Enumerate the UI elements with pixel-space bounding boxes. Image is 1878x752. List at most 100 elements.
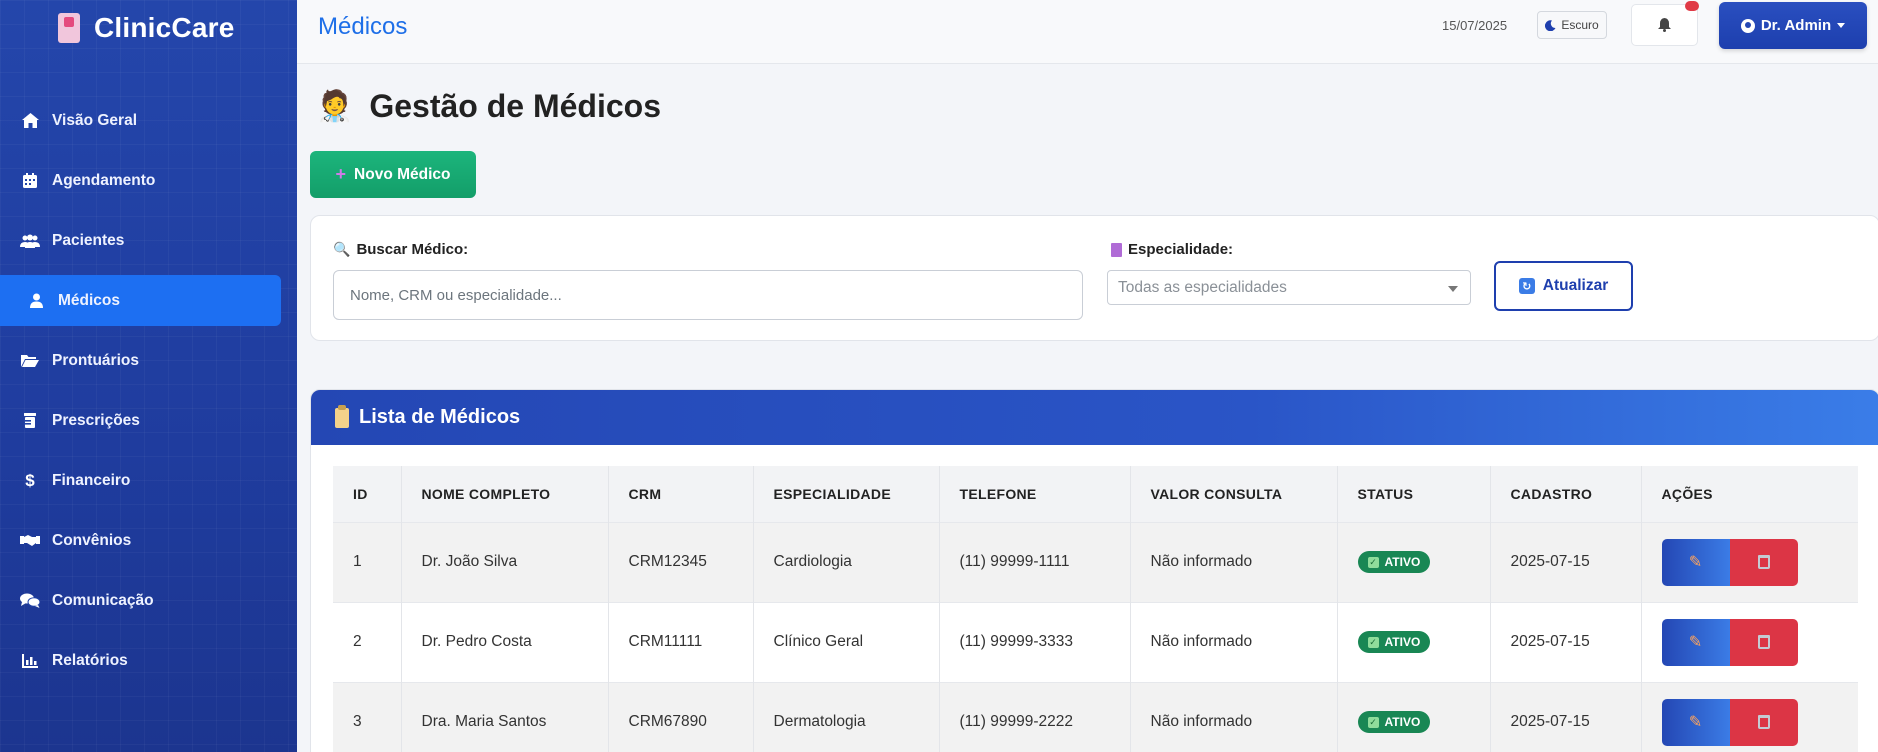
sidebar-item-label: Financeiro [52, 471, 131, 489]
user-menu-button[interactable]: Dr. Admin [1719, 2, 1867, 49]
doctors-list-card: Lista de Médicos ID NOME COMPLETO CRM ES… [310, 389, 1878, 752]
column-header[interactable]: VALOR CONSULTA [1129, 466, 1337, 522]
list-header: Lista de Médicos [311, 390, 1878, 445]
edit-button[interactable]: ✎ [1661, 618, 1730, 666]
theme-label: Escuro [1561, 18, 1599, 32]
cell-fee: Não informado [1129, 522, 1337, 602]
refresh-button[interactable]: ↻ Atualizar [1494, 261, 1633, 311]
cell-name: Dra. Maria Santos [400, 682, 608, 752]
search-label: 🔍 Buscar Médico: [333, 241, 468, 258]
column-header[interactable]: STATUS [1336, 466, 1490, 522]
specialty-select[interactable]: Todas as especialidades [1107, 270, 1471, 305]
delete-button[interactable] [1729, 538, 1798, 586]
cell-specialty: Clínico Geral [752, 602, 939, 682]
user-md-icon [26, 293, 46, 309]
comments-icon [20, 593, 40, 609]
clipboard-icon [335, 404, 349, 428]
delete-button[interactable] [1729, 698, 1798, 746]
page-heading-text: Gestão de Médicos [369, 88, 661, 124]
page-title: Médicos [318, 13, 408, 40]
sidebar-item-label: Agendamento [52, 171, 156, 189]
sidebar-item-prontuarios[interactable]: Prontuários [0, 335, 281, 386]
specialty-label: Especialidade: [1111, 241, 1233, 258]
delete-button[interactable] [1729, 618, 1798, 666]
column-header[interactable]: CRM [607, 466, 753, 522]
column-header[interactable]: NOME COMPLETO [400, 466, 608, 522]
column-header[interactable]: ESPECIALIDADE [752, 466, 939, 522]
sidebar-item-label: Prescrições [52, 411, 140, 429]
check-icon: ✓ [1367, 556, 1379, 568]
sidebar-item-label: Relatórios [52, 651, 128, 669]
magnifier-icon: 🔍 [333, 241, 351, 257]
sidebar-item-relatorios[interactable]: Relatórios [0, 635, 281, 686]
sidebar-item-convenios[interactable]: Convênios [0, 515, 281, 566]
user-circle-icon [1740, 18, 1755, 33]
sidebar-item-visao-geral[interactable]: Visão Geral [0, 95, 281, 146]
status-badge: ✓ ATIVO [1357, 551, 1431, 573]
doctors-table: ID NOME COMPLETO CRM ESPECIALIDADE TELEF… [333, 466, 1858, 752]
sidebar-item-pacientes[interactable]: Pacientes [0, 215, 281, 266]
cell-id: 3 [333, 682, 401, 752]
cell-fee: Não informado [1129, 602, 1337, 682]
sidebar-item-financeiro[interactable]: $ Financeiro [0, 455, 281, 506]
cell-created: 2025-07-15 [1489, 602, 1641, 682]
sidebar-item-label: Médicos [58, 291, 121, 309]
doctor-emoji-icon: 🧑‍⚕️ [316, 90, 354, 123]
dark-mode-toggle[interactable]: Escuro [1537, 11, 1607, 39]
cell-phone: (11) 99999-3333 [938, 602, 1130, 682]
bell-icon [1658, 18, 1671, 32]
cell-phone: (11) 99999-2222 [938, 682, 1130, 752]
refresh-icon: ↻ [1518, 278, 1535, 294]
filter-card: 🔍 Buscar Médico: Especialidade: Todas as… [310, 215, 1878, 341]
sidebar-item-prescricoes[interactable]: Prescrições [0, 395, 281, 446]
cell-status: ✓ ATIVO [1336, 602, 1490, 682]
cell-specialty: Dermatologia [752, 682, 939, 752]
notifications-button[interactable] [1631, 1, 1699, 46]
plus-icon: + [335, 164, 347, 184]
hospital-icon [58, 13, 80, 43]
edit-button[interactable]: ✎ [1661, 698, 1730, 746]
edit-button[interactable]: ✎ [1661, 538, 1730, 586]
sidebar-item-comunicacao[interactable]: Comunicação [0, 575, 281, 626]
cell-crm: CRM11111 [607, 602, 753, 682]
pencil-icon: ✎ [1688, 634, 1703, 651]
table-row[interactable]: 3 Dra. Maria Santos CRM67890 Dermatologi… [333, 682, 1858, 752]
page-heading: 🧑‍⚕️ Gestão de Médicos [316, 88, 661, 125]
column-header[interactable]: ID [333, 466, 401, 522]
sidebar-item-agendamento[interactable]: Agendamento [0, 155, 281, 206]
cell-actions: ✎ [1640, 682, 1858, 752]
cell-name: Dr. Pedro Costa [400, 602, 608, 682]
table-row[interactable]: 2 Dr. Pedro Costa CRM11111 Clínico Geral… [333, 602, 1858, 682]
calendar-icon [20, 173, 40, 189]
users-icon [20, 233, 40, 249]
status-text: ATIVO [1384, 635, 1421, 649]
status-badge: ✓ ATIVO [1357, 631, 1431, 653]
cell-fee: Não informado [1129, 682, 1337, 752]
check-icon: ✓ [1367, 716, 1379, 728]
brand[interactable]: ClinicCare [58, 12, 235, 44]
current-date: 15/07/2025 [1442, 18, 1508, 33]
book-icon [1111, 242, 1122, 257]
column-header[interactable]: CADASTRO [1489, 466, 1641, 522]
column-header[interactable]: TELEFONE [938, 466, 1130, 522]
new-doctor-button[interactable]: + Novo Médico [310, 151, 476, 198]
chevron-down-icon [1448, 286, 1458, 292]
search-input[interactable] [333, 270, 1083, 320]
chevron-down-icon [1837, 23, 1846, 28]
sidebar-item-label: Pacientes [52, 231, 125, 249]
sidebar-item-medicos[interactable]: Médicos [0, 275, 281, 326]
table-row[interactable]: 1 Dr. João Silva CRM12345 Cardiologia (1… [333, 522, 1858, 602]
cell-phone: (11) 99999-1111 [938, 522, 1130, 602]
new-doctor-label: Novo Médico [354, 165, 451, 183]
notification-badge [1685, 1, 1699, 11]
cell-created: 2025-07-15 [1489, 682, 1641, 752]
column-header: AÇÕES [1640, 466, 1858, 522]
sidebar-nav: Visão Geral Agendamento Pacientes Médico… [0, 95, 297, 695]
sidebar-item-label: Comunicação [52, 591, 154, 609]
status-text: ATIVO [1384, 555, 1421, 569]
trash-icon [1757, 635, 1770, 649]
trash-icon [1757, 555, 1770, 569]
status-badge: ✓ ATIVO [1357, 711, 1431, 734]
cell-name: Dr. João Silva [400, 522, 608, 602]
brand-name: ClinicCare [94, 12, 235, 43]
